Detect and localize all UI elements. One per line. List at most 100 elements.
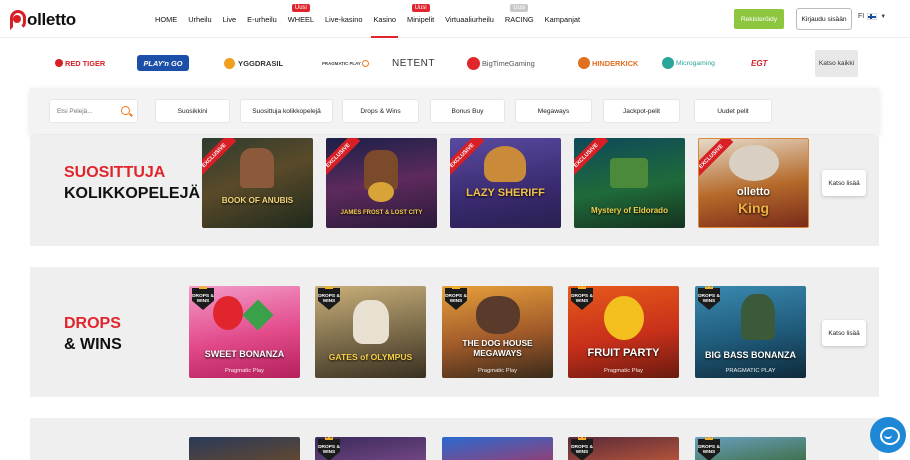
game-logo-text: olletto (737, 186, 770, 198)
game-tile[interactable]: DROPS & WINS FRUIT PARTY Pragmatic Play (568, 286, 679, 378)
game-tile[interactable]: DROPS & WINS (315, 437, 426, 460)
chat-icon[interactable] (870, 417, 906, 453)
chip-megaways[interactable]: Megaways (515, 99, 592, 123)
nav-virtuaaliurheilu[interactable]: Virtuaaliurheilu (445, 0, 494, 38)
game-filter-bar: Suosikkini Suosittuja kolikkopelejä Drop… (30, 88, 879, 134)
section-drops-wins: DROPS & WINS DROPS & WINS SWEET BONANZA … (30, 267, 879, 397)
provider-label: RED TIGER (65, 58, 106, 68)
language-selector[interactable]: FI ▼ (858, 13, 886, 20)
chip-popular-slots[interactable]: Suosittuja kolikkopelejä (240, 99, 333, 123)
provider-label: HINDERKICK (592, 58, 639, 68)
game-studio: Pragmatic Play (604, 368, 643, 374)
exclusive-ribbon: EXCLUSIVE (450, 138, 485, 178)
game-tile[interactable]: DROPS & WINS BIG BASS BONANZA PRAGMATIC … (695, 286, 806, 378)
nav-minipelit[interactable]: Uusi Minipelit (407, 0, 434, 38)
provider-label: BigTimeGaming (482, 58, 535, 68)
game-tile[interactable]: EXCLUSIVE BOOK OF ANUBIS (202, 138, 313, 228)
new-badge: Uusi (510, 4, 529, 12)
provider-netent[interactable]: NETENT (392, 55, 435, 71)
game-tile[interactable]: DROPS & WINS THE DOG HOUSE MEGAWAYS Prag… (442, 286, 553, 378)
chip-favourites[interactable]: Suosikkini (155, 99, 230, 123)
game-tile[interactable]: EXCLUSIVE Mystery of Eldorado (574, 138, 685, 228)
zeus-art (353, 300, 389, 344)
provider-play-n-go[interactable]: PLAY'n GO (137, 55, 189, 71)
game-title: SWEET BONANZA (204, 349, 285, 359)
nav-kampanjat[interactable]: Kampanjat (545, 0, 580, 38)
badge-label: DROPS & WINS (698, 445, 720, 455)
provider-hinderkick[interactable]: HINDERKICK (578, 55, 638, 71)
game-tile[interactable]: EXCLUSIVE olletto King (698, 138, 809, 228)
chip-new-games[interactable]: Uudet pelit (694, 99, 772, 123)
drops-wins-badge: DROPS & WINS (318, 437, 340, 460)
nav-kasino[interactable]: Kasino (371, 0, 398, 38)
nav-live-kasino[interactable]: Live-kasino (325, 0, 362, 38)
language-code: FI (858, 13, 865, 20)
chip-bonus-buy[interactable]: Bonus Buy (430, 99, 505, 123)
character-art (240, 148, 274, 188)
candy-art (213, 296, 243, 330)
register-button[interactable]: Rekisteröidy (734, 9, 784, 29)
login-button[interactable]: Kirjaudu sisään (796, 8, 852, 30)
nav-live[interactable]: Live (223, 0, 237, 38)
section-next: DROPS & WINS DROPS & WINS DROPS & WINS (30, 418, 879, 460)
pragmatic-icon (361, 59, 369, 67)
logo-mark-icon (10, 10, 26, 30)
game-tile[interactable]: DROPS & WINS (695, 437, 806, 460)
game-tile[interactable]: EXCLUSIVE LAZY SHERIFF (450, 138, 561, 228)
nav-wheel[interactable]: Uusi WHEEL (288, 0, 314, 38)
section-title: SUOSITTUJA KOLIKKOPELEJÄ (64, 162, 200, 204)
provider-red-tiger[interactable]: RED TIGER (55, 55, 105, 71)
badge-label: DROPS & WINS (698, 294, 720, 304)
badge-label: DROPS & WINS (445, 294, 467, 304)
finland-flag-icon (867, 13, 878, 20)
badge-label: DROPS & WINS (192, 294, 214, 304)
provider-big-time-gaming[interactable]: BigTimeGaming (467, 55, 535, 71)
provider-pragmatic-play[interactable]: PRAGMATIC PLAY (322, 55, 369, 71)
gem-art (242, 299, 274, 331)
drops-wins-badge: DROPS & WINS (318, 286, 340, 310)
provider-microgaming[interactable]: Microgaming (662, 55, 715, 71)
new-badge: Uusi (291, 4, 310, 12)
nav-urheilu[interactable]: Urheilu (188, 0, 211, 38)
game-studio: PRAGMATIC PLAY (725, 368, 776, 374)
drops-wins-badge: DROPS & WINS (192, 286, 214, 310)
game-tile[interactable] (189, 437, 300, 460)
game-tile[interactable]: EXCLUSIVE JAMES FROST & LOST CITY (326, 138, 437, 228)
section-title-dark: KOLIKKOPELEJÄ (64, 185, 201, 202)
btg-icon (467, 56, 480, 70)
drops-wins-badge: DROPS & WINS (698, 437, 720, 460)
chip-drops-wins[interactable]: Drops & Wins (342, 99, 419, 123)
game-tile[interactable]: DROPS & WINS SWEET BONANZA Pragmatic Pla… (189, 286, 300, 378)
temple-art (610, 158, 648, 188)
view-all-providers-button[interactable]: Katso kaikki (815, 50, 858, 77)
new-badge: Uusi (411, 4, 430, 12)
nav-e-urheilu[interactable]: E-urheilu (247, 0, 277, 38)
game-studio: Pragmatic Play (225, 368, 264, 374)
nav-label: RACING (504, 14, 534, 24)
dog-art (476, 296, 520, 334)
see-more-button[interactable]: Katso lisää (822, 170, 866, 196)
nav-label: Minipelit (407, 14, 435, 24)
search-icon[interactable] (121, 106, 130, 115)
drops-wins-badge: DROPS & WINS (571, 437, 593, 460)
nav-racing[interactable]: Uusi RACING (505, 0, 534, 38)
provider-label: YGGDRASIL (238, 58, 284, 68)
section-title: DROPS & WINS (64, 313, 122, 355)
provider-label: PRAGMATIC PLAY (322, 60, 361, 66)
search-box (49, 99, 138, 123)
search-input[interactable] (57, 107, 117, 115)
see-more-button[interactable]: Katso lisää (822, 320, 866, 346)
nav-home[interactable]: HOME (155, 0, 177, 38)
game-tile[interactable]: DROPS & WINS GATES of OLYMPUS (315, 286, 426, 378)
section-title-red: SUOSITTUJA (64, 164, 166, 181)
game-tile[interactable]: DROPS & WINS (568, 437, 679, 460)
exclusive-ribbon: EXCLUSIVE (699, 139, 734, 179)
provider-strip: RED TIGER PLAY'n GO YGGDRASIL PRAGMATIC … (0, 40, 910, 86)
chip-jackpot[interactable]: Jackpot-pelit (603, 99, 680, 123)
nav-label: Live (222, 14, 237, 24)
rolletto-logo[interactable]: olletto (10, 9, 76, 31)
game-tile[interactable] (442, 437, 553, 460)
provider-egt[interactable]: EGT (751, 55, 767, 71)
provider-yggdrasil[interactable]: YGGDRASIL (224, 55, 283, 71)
game-title: LAZY SHERIFF (466, 187, 545, 199)
